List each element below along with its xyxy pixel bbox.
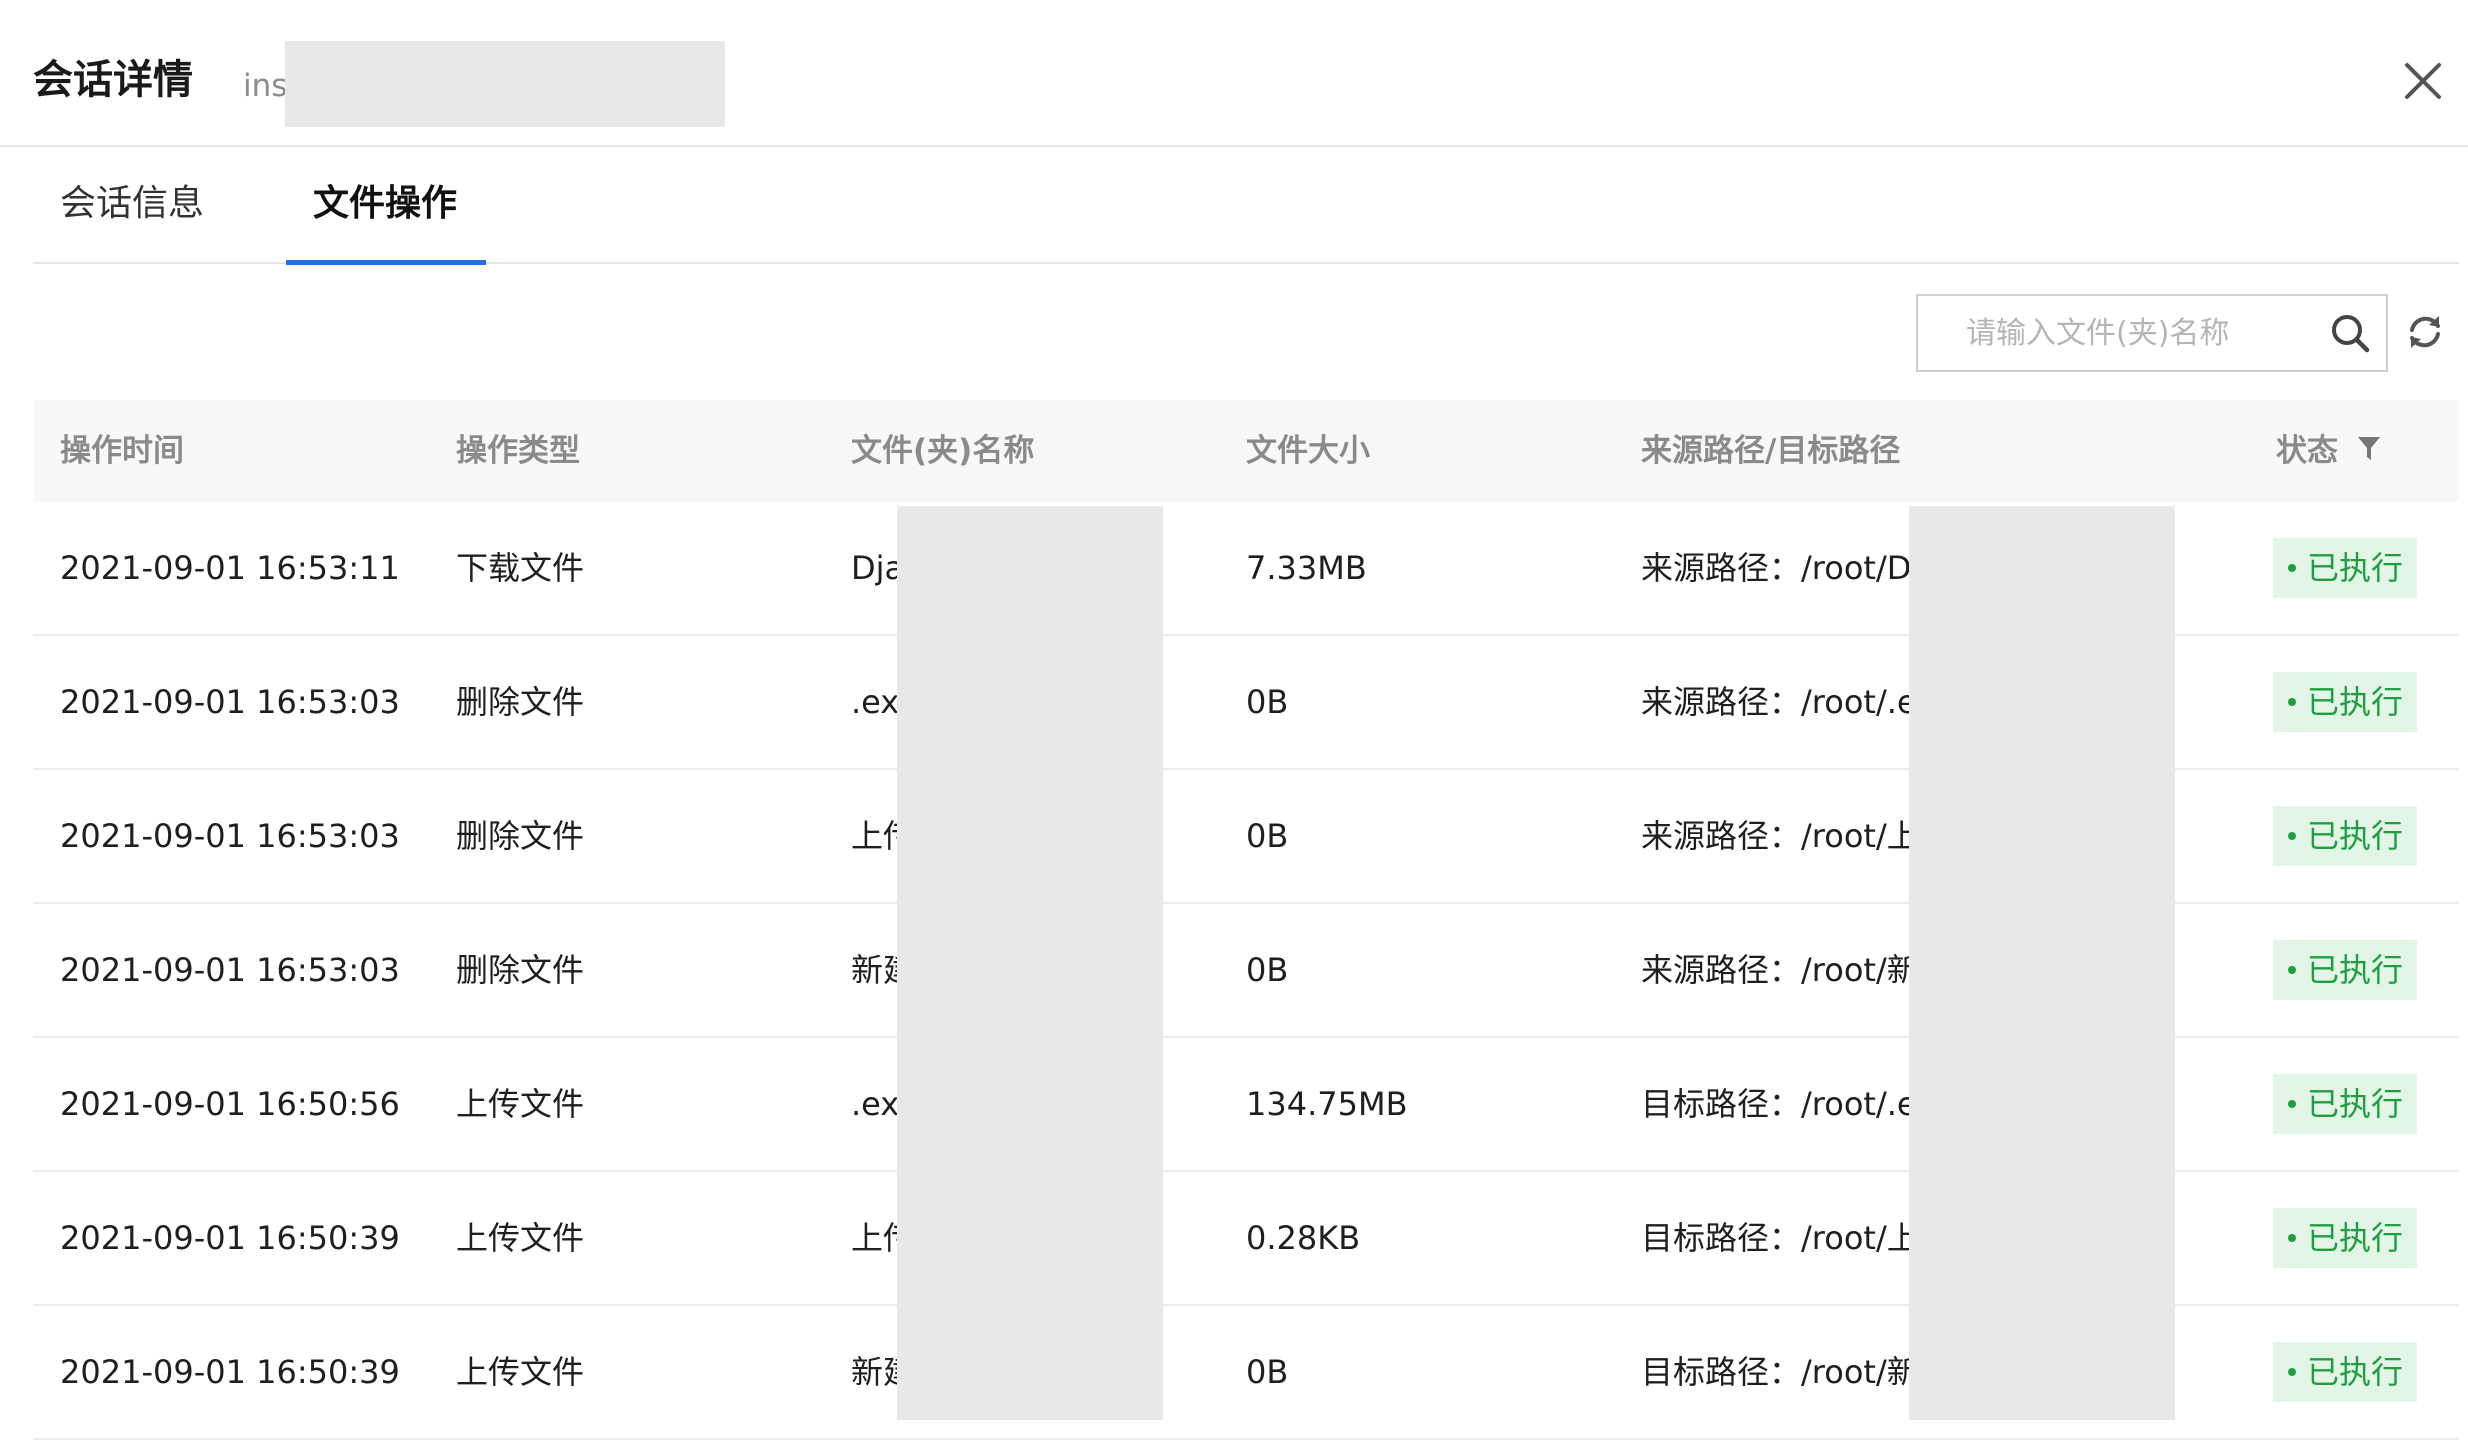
status-dot — [2288, 564, 2296, 572]
status-dot — [2288, 698, 2296, 706]
status-dot — [2288, 966, 2296, 974]
file-name-redaction — [897, 506, 1163, 1420]
cell-size: 0B — [1246, 951, 1289, 989]
cell-path: 目标路径：/root/新 — [1641, 1353, 1909, 1391]
status-label: 已执行 — [2307, 1085, 2404, 1123]
close-button[interactable] — [2398, 56, 2448, 106]
cell-time: 2021-09-01 16:50:39 — [60, 1353, 400, 1391]
status-badge: 已执行 — [2273, 1074, 2417, 1134]
instance-id-redaction — [285, 41, 725, 127]
cell-type: 上传文件 — [456, 1353, 585, 1391]
column-header-type: 操作类型 — [456, 433, 580, 469]
status-dot — [2288, 1368, 2296, 1376]
filter-icon[interactable] — [2356, 433, 2382, 463]
cell-path: 来源路径：/root/上 — [1641, 817, 1909, 855]
cell-time: 2021-09-01 16:53:03 — [60, 951, 400, 989]
cell-size: 0.28KB — [1246, 1219, 1361, 1257]
cell-path: 目标路径：/root/上 — [1641, 1219, 1909, 1257]
status-dot — [2288, 832, 2296, 840]
cell-size: 134.75MB — [1246, 1085, 1408, 1123]
column-header-time: 操作时间 — [60, 433, 184, 469]
status-badge: 已执行 — [2273, 538, 2417, 598]
cell-time: 2021-09-01 16:50:39 — [60, 1219, 400, 1257]
status-label: 已执行 — [2307, 549, 2404, 587]
status-label: 已执行 — [2307, 1353, 2404, 1391]
status-label: 已执行 — [2307, 683, 2404, 721]
instance-id-prefix: ins — [243, 68, 288, 104]
status-badge: 已执行 — [2273, 806, 2417, 866]
cell-type: 上传文件 — [456, 1219, 585, 1257]
search-input[interactable] — [1918, 296, 2318, 370]
search-icon[interactable] — [2328, 311, 2372, 355]
cell-type: 删除文件 — [456, 683, 585, 721]
status-badge: 已执行 — [2273, 1342, 2417, 1402]
cell-time: 2021-09-01 16:53:03 — [60, 683, 400, 721]
status-label: 已执行 — [2307, 951, 2404, 989]
status-label: 已执行 — [2307, 817, 2404, 855]
cell-time: 2021-09-01 16:53:03 — [60, 817, 400, 855]
cell-size: 0B — [1246, 1353, 1289, 1391]
cell-type: 删除文件 — [456, 951, 585, 989]
cell-size: 0B — [1246, 683, 1289, 721]
cell-path: 来源路径：/root/.ex — [1641, 683, 1909, 721]
table-header: 操作时间 操作类型 文件(夹)名称 文件大小 来源路径/目标路径 状态 — [33, 400, 2459, 502]
dialog-header: 会话详情 ins — [0, 0, 2468, 147]
column-header-name: 文件(夹)名称 — [851, 433, 1035, 469]
search-box — [1916, 294, 2388, 372]
active-tab-indicator — [286, 260, 486, 265]
refresh-icon[interactable] — [2403, 310, 2447, 354]
column-header-path: 来源路径/目标路径 — [1641, 433, 1901, 469]
close-icon — [2405, 63, 2441, 99]
cell-size: 0B — [1246, 817, 1289, 855]
status-badge: 已执行 — [2273, 1208, 2417, 1268]
cell-size: 7.33MB — [1246, 549, 1367, 587]
cell-path: 来源路径：/root/Dj — [1641, 549, 1909, 587]
cell-type: 删除文件 — [456, 817, 585, 855]
file-path-redaction — [1909, 506, 2175, 1420]
cell-type: 上传文件 — [456, 1085, 585, 1123]
tab-file-operations[interactable]: 文件操作 — [313, 178, 457, 264]
cell-path: 目标路径：/root/.ex — [1641, 1085, 1909, 1123]
status-label: 已执行 — [2307, 1219, 2404, 1257]
status-dot — [2288, 1234, 2296, 1242]
dialog-title: 会话详情 — [33, 57, 193, 103]
column-header-size: 文件大小 — [1246, 433, 1370, 469]
column-header-status: 状态 — [2276, 433, 2338, 469]
tab-bar: 会话信息 文件操作 — [33, 148, 2459, 265]
cell-type: 下载文件 — [456, 549, 585, 587]
cell-time: 2021-09-01 16:53:11 — [60, 549, 400, 587]
status-dot — [2288, 1100, 2296, 1108]
tab-session-info[interactable]: 会话信息 — [60, 178, 204, 264]
status-badge: 已执行 — [2273, 672, 2417, 732]
status-badge: 已执行 — [2273, 940, 2417, 1000]
cell-path: 来源路径：/root/新 — [1641, 951, 1909, 989]
cell-time: 2021-09-01 16:50:56 — [60, 1085, 400, 1123]
